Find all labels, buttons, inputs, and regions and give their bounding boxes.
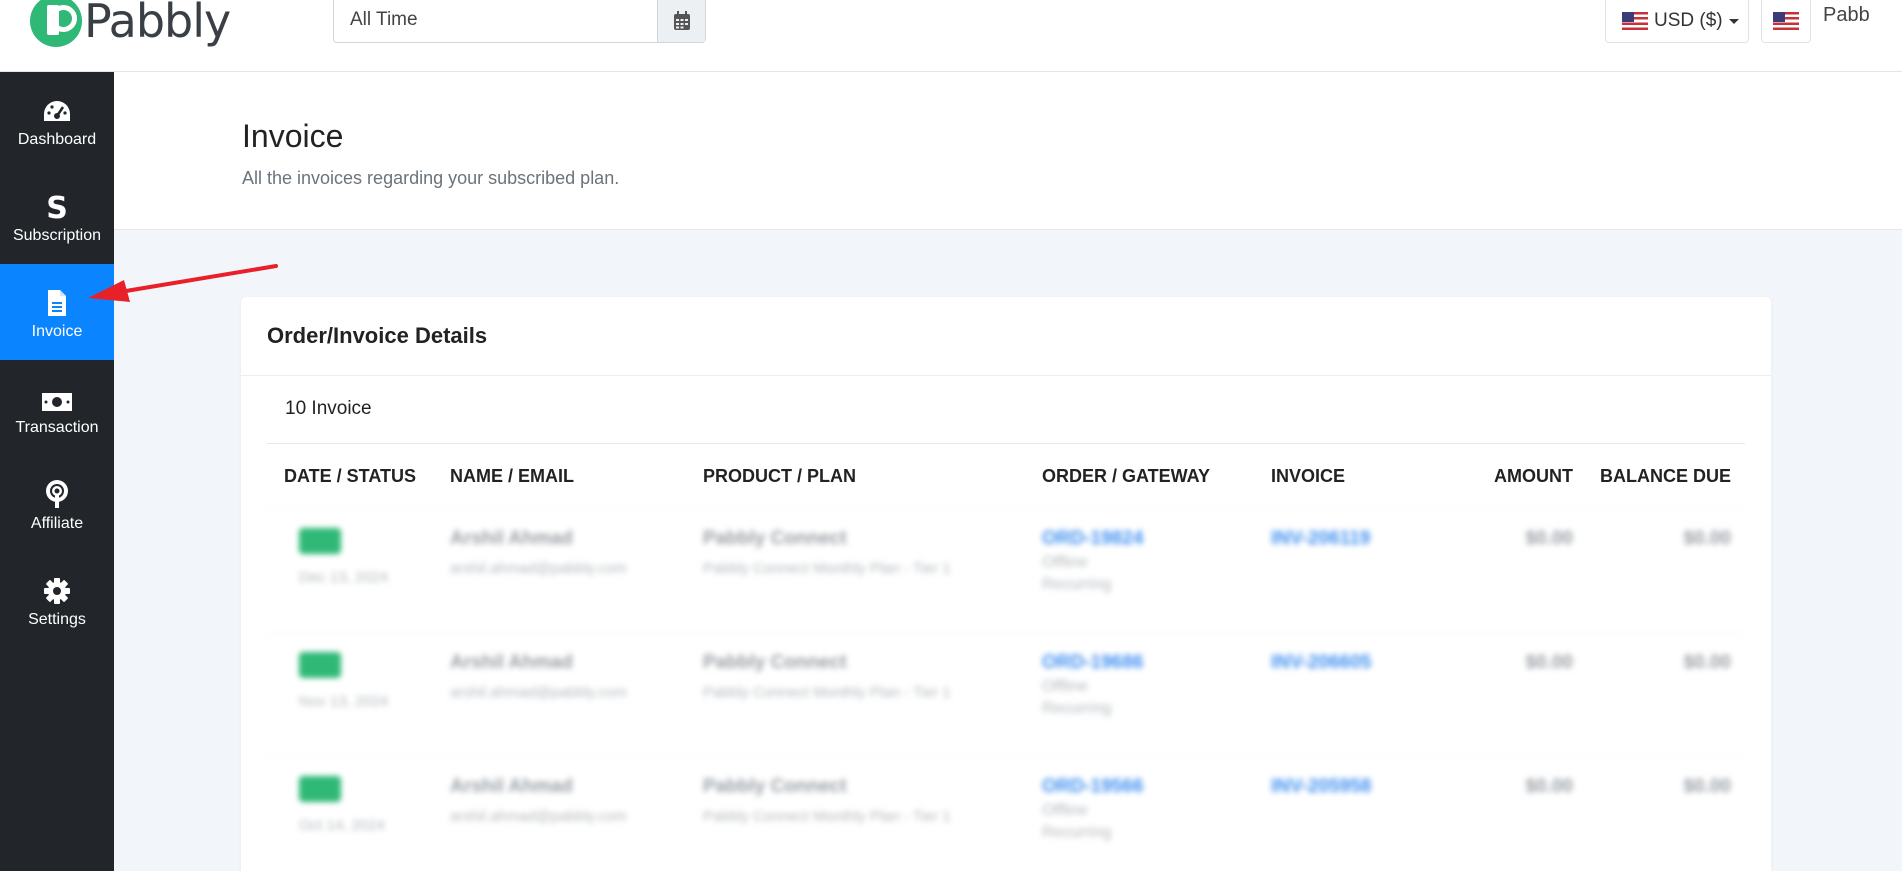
gateway-type: Recurring [1042,576,1112,593]
row-date: Nov 13, 2024 [299,693,389,710]
calendar-button[interactable] [657,0,705,42]
document-icon [48,290,66,316]
pabbly-logo-icon [30,0,82,47]
balance-due: $0.00 [1683,528,1731,549]
us-flag-icon [1773,12,1799,30]
gateway-type: Recurring [1042,824,1112,841]
column-header-balance-due: BALANCE DUE [1599,465,1731,486]
product-name: Pabbly Connect [703,776,847,797]
sidebar-item-label: Invoice [31,323,83,340]
brand-name: Pabbly [84,0,231,48]
gateway: Offline [1042,678,1088,695]
currency-label: USD ($) [1654,10,1723,31]
date-range-value[interactable]: All Time [334,0,657,42]
gateway: Offline [1042,554,1088,571]
page-title: Invoice [242,118,344,154]
customer-email: arshil.ahmad@pabbly.com [450,560,627,577]
annotation-arrow-icon [88,264,278,302]
page-subtitle: All the invoices regarding your subscrib… [242,168,620,188]
status-badge [299,652,341,678]
gateway: Offline [1042,802,1088,819]
invoice-table: DATE / STATUS NAME / EMAIL PRODUCT / PLA… [267,443,1745,871]
customer-email: arshil.ahmad@pabbly.com [450,684,627,701]
balance-due: $0.00 [1683,652,1731,673]
status-badge [299,776,341,802]
product-name: Pabbly Connect [703,528,847,549]
sidebar-item-label: Settings [28,611,86,628]
sidebar-item-subscription[interactable]: S Subscription [0,168,114,264]
us-flag-icon [1622,12,1648,30]
user-name[interactable]: Pabb [1823,4,1870,27]
amount: $0.00 [1525,528,1573,549]
dashboard-gauge-icon [44,101,70,121]
amount: $0.00 [1525,776,1573,797]
product-name: Pabbly Connect [703,652,847,673]
sidebar-item-label: Subscription [12,227,102,244]
svg-text:S: S [46,191,68,221]
plan-name: Pabbly Connect Monthly Plan - Tier 1 [703,808,951,825]
table-row[interactable]: Dec 13, 2024 Arshil Ahmad arshil.ahmad@p… [267,509,1745,633]
invoice-count: 10 Invoice [285,398,372,419]
status-badge [299,528,341,554]
invoice-link[interactable]: INV-206605 [1271,652,1418,674]
sidebar: Dashboard S Subscription Invoice Transac… [0,72,114,871]
column-header-order-gateway: ORDER / GATEWAY [1042,465,1211,486]
sidebar-item-settings[interactable]: Settings [0,552,114,648]
dollar-s-icon: S [46,191,68,221]
customer-name: Arshil Ahmad [450,776,573,797]
calendar-icon [673,11,690,30]
sidebar-item-label: Affiliate [30,515,84,532]
divider [241,375,1771,376]
table-row[interactable]: Nov 13, 2024 Arshil Ahmad arshil.ahmad@p… [267,633,1745,757]
column-header-name-email: NAME / EMAIL [450,465,574,486]
column-header-invoice: INVOICE [1271,465,1346,486]
broadcast-icon [46,480,68,508]
money-bill-icon [42,393,72,411]
caret-down-icon [1728,18,1739,24]
sidebar-item-label: Transaction [15,419,99,436]
column-header-amount: AMOUNT [1494,465,1573,486]
invoice-link[interactable]: INV-206119 [1271,528,1418,550]
table-header-row: DATE / STATUS NAME / EMAIL PRODUCT / PLA… [267,443,1745,509]
customer-email: arshil.ahmad@pabbly.com [450,808,627,825]
amount: $0.00 [1525,652,1573,673]
plan-name: Pabbly Connect Monthly Plan - Tier 1 [703,684,951,701]
date-range-filter[interactable]: All Time [333,0,706,43]
card-title: Order/Invoice Details [267,323,488,348]
order-link[interactable]: ORD-19566 [1042,776,1271,798]
sidebar-item-label: Dashboard [17,131,97,148]
gear-icon [44,578,70,604]
balance-due: $0.00 [1683,776,1731,797]
invoice-details-card: Order/Invoice Details 10 Invoice DATE / … [241,297,1771,871]
top-bar: Pabbly All Time USD ($) Pabb [0,0,1902,72]
sidebar-item-transaction[interactable]: Transaction [0,360,114,456]
sidebar-item-dashboard[interactable]: Dashboard [0,72,114,168]
order-link[interactable]: ORD-19686 [1042,652,1271,674]
sidebar-item-affiliate[interactable]: Affiliate [0,456,114,552]
language-selector[interactable] [1761,0,1811,43]
table-row[interactable]: Oct 14, 2024 Arshil Ahmad arshil.ahmad@p… [267,757,1745,871]
plan-name: Pabbly Connect Monthly Plan - Tier 1 [703,560,951,577]
row-date: Oct 14, 2024 [299,817,385,834]
customer-name: Arshil Ahmad [450,652,573,673]
pabbly-logo[interactable]: Pabbly [30,0,231,48]
page-header: Invoice All the invoices regarding your … [114,72,1902,230]
invoice-link[interactable]: INV-205958 [1271,776,1418,798]
order-link[interactable]: ORD-19824 [1042,528,1271,550]
column-header-product-plan: PRODUCT / PLAN [703,465,856,486]
currency-dropdown[interactable]: USD ($) [1605,0,1749,43]
gateway-type: Recurring [1042,700,1112,717]
column-header-date-status: DATE / STATUS [284,465,416,486]
customer-name: Arshil Ahmad [450,528,573,549]
row-date: Dec 13, 2024 [299,569,389,586]
